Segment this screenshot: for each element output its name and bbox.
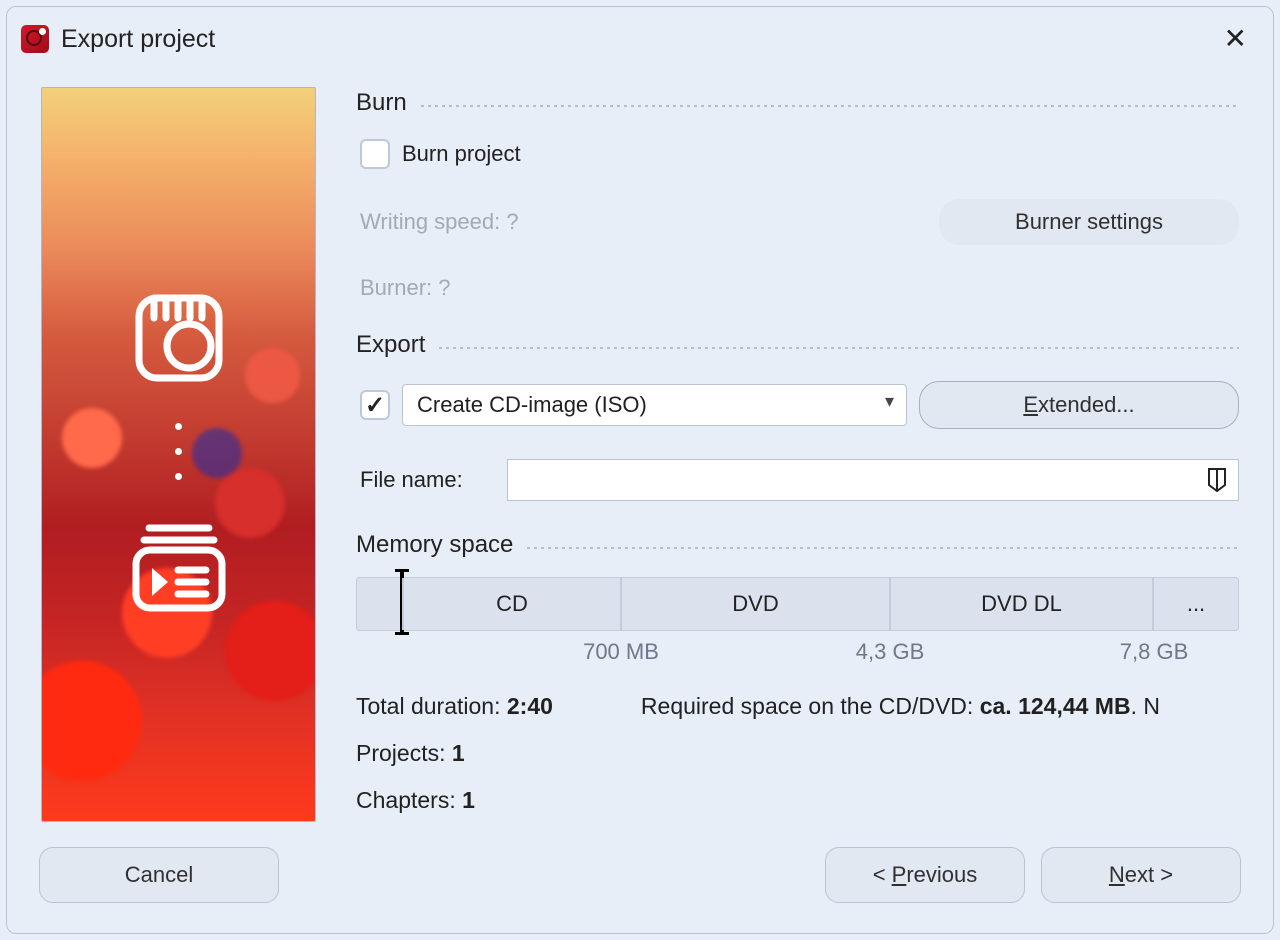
memory-seg-more: ... [1154, 578, 1238, 630]
titlebar: Export project ✕ [7, 7, 1273, 67]
projects-row: Projects: 1 [356, 740, 553, 767]
memory-seg-start [357, 578, 404, 630]
chapters-label: Chapters: [356, 787, 462, 813]
cancel-button[interactable]: Cancel [39, 847, 279, 903]
next-button[interactable]: Next > [1041, 847, 1241, 903]
projects-value: 1 [452, 740, 465, 766]
stats-block: Total duration: 2:40 Projects: 1 Chapter… [356, 693, 1239, 814]
divider-dots [525, 547, 1239, 549]
divider-dots [419, 105, 1239, 107]
memory-seg-dvd: DVD [622, 578, 891, 630]
total-duration-value: 2:40 [507, 693, 553, 719]
window-title: Export project [61, 25, 215, 54]
memory-bar: CD DVD DVD DL ... [356, 577, 1239, 631]
export-section-title: Export [356, 331, 425, 359]
dialog-body: Burn Burn project Writing speed: ? Burne… [7, 67, 1273, 829]
export-format-value: Create CD-image (ISO) [417, 392, 647, 418]
filename-row: File name: [360, 459, 1239, 501]
export-format-select[interactable]: Create CD-image (ISO) [402, 384, 907, 426]
cancel-button-label: Cancel [125, 862, 193, 887]
required-space-row: Required space on the CD/DVD: ca. 124,44… [641, 693, 1239, 720]
previous-button-label: < Previous [873, 862, 978, 887]
burn-section-header: Burn [356, 89, 1239, 117]
memory-ticks: 700 MB 4,3 GB 7,8 GB [356, 639, 1239, 667]
burn-project-label: Burn project [402, 141, 521, 167]
burner-settings-label: Burner settings [1015, 209, 1163, 234]
projects-label: Projects: [356, 740, 452, 766]
required-space-label: Required space on the CD/DVD: [641, 693, 980, 719]
close-button[interactable]: ✕ [1216, 21, 1255, 57]
tick-7-8gb: 7,8 GB [1120, 639, 1188, 665]
burner-label: Burner: ? [360, 275, 451, 301]
divider-dots [437, 347, 1239, 349]
side-illustration [41, 87, 316, 822]
required-space-value: ca. 124,44 MB [980, 693, 1131, 719]
extended-button[interactable]: Extended... [919, 381, 1239, 429]
tick-700mb: 700 MB [583, 639, 659, 665]
content-panel: Burn Burn project Writing speed: ? Burne… [356, 87, 1239, 819]
filename-label: File name: [360, 467, 463, 493]
previous-button[interactable]: < Previous [825, 847, 1025, 903]
writing-speed-row: Writing speed: ? Burner settings [360, 199, 1239, 245]
burner-row: Burner: ? [360, 275, 1239, 301]
export-project-dialog: Export project ✕ [6, 6, 1274, 934]
output-media-icon [124, 510, 234, 620]
total-duration-row: Total duration: 2:40 [356, 693, 553, 720]
memory-section-header: Memory space [356, 531, 1239, 559]
source-media-icon [129, 288, 229, 388]
export-section-header: Export [356, 331, 1239, 359]
burner-settings-button[interactable]: Burner settings [939, 199, 1239, 245]
export-type-row: Create CD-image (ISO) Extended... [360, 381, 1239, 429]
required-space-suffix: . N [1131, 693, 1160, 719]
writing-speed-label: Writing speed: ? [360, 209, 519, 235]
chapters-row: Chapters: 1 [356, 787, 553, 814]
memory-section-title: Memory space [356, 531, 513, 559]
burn-project-checkbox[interactable] [360, 139, 390, 169]
export-checkbox[interactable] [360, 390, 390, 420]
burn-section-title: Burn [356, 89, 407, 117]
burn-project-row: Burn project [360, 139, 1239, 169]
next-button-label: Next > [1109, 862, 1173, 887]
app-icon [21, 25, 49, 53]
memory-seg-cd: CD [404, 578, 622, 630]
memory-seg-dvddl: DVD DL [891, 578, 1154, 630]
tick-4-3gb: 4,3 GB [856, 639, 924, 665]
browse-folder-icon[interactable] [1203, 465, 1231, 499]
filename-input[interactable] [507, 459, 1239, 501]
memory-bar-container: CD DVD DVD DL ... [356, 573, 1239, 631]
dialog-footer: Cancel < Previous Next > [7, 829, 1273, 933]
chapters-value: 1 [462, 787, 475, 813]
total-duration-label: Total duration: [356, 693, 507, 719]
extended-button-label: Extended... [1023, 392, 1134, 417]
